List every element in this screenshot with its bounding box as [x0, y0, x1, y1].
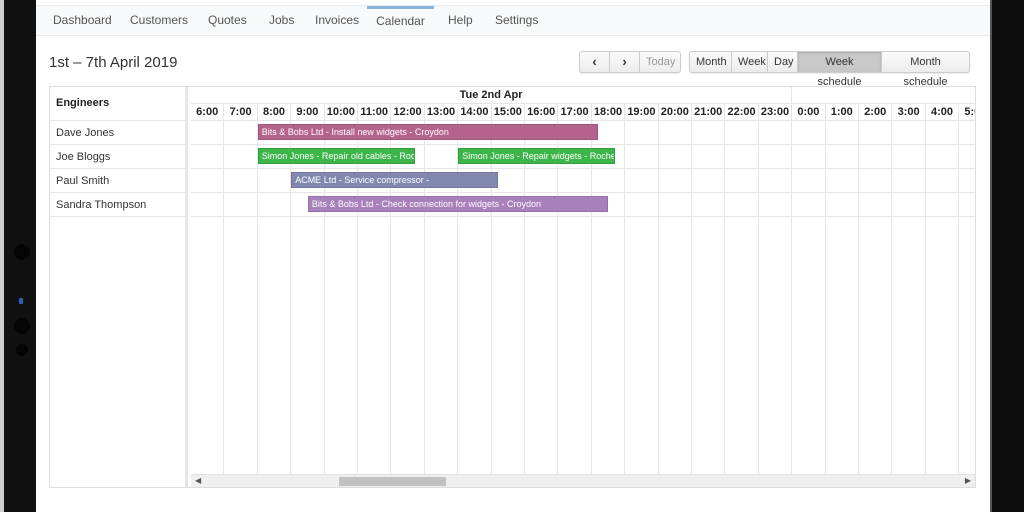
timeline-area: Tue 2nd Apr 6:00 7:00 8:00 9:00 10:00 11:00 12:…: [191, 87, 975, 487]
grid-line: [858, 121, 859, 474]
view-week-schedule-button[interactable]: Week schedule: [798, 52, 882, 88]
schedule-calendar: Engineers Dave Jones Joe Bloggs Paul Smith…: [49, 86, 976, 488]
grid-line: [223, 121, 225, 474]
device-bezel-right: [990, 0, 1024, 512]
hour-header: 3:00: [892, 104, 926, 121]
job-event[interactable]: Simon Jones - Repair old cables - Roches…: [257, 148, 415, 164]
device-frame: Dashboard Customers Quotes Jobs Invoices Cale…: [0, 0, 1024, 512]
hour-header: 10:00: [324, 104, 358, 121]
today-button[interactable]: Today: [640, 52, 680, 72]
engineers-column: Engineers Dave Jones Joe Bloggs Paul Smith…: [50, 87, 188, 487]
top-nav: Dashboard Customers Quotes Jobs Invoices Cale…: [36, 5, 990, 36]
day-header: Wed 3rd Apr: [792, 87, 975, 104]
hour-header: 23:00: [758, 104, 793, 121]
hour-header: 11:00: [358, 104, 392, 121]
prev-button[interactable]: ‹: [580, 52, 610, 72]
grid-line: [256, 121, 258, 474]
job-event[interactable]: Bits & Bobs Ltd - Install new widgets - …: [257, 124, 599, 140]
grid-line: [958, 121, 960, 474]
sensor-icon: [16, 344, 28, 356]
view-button-group: Month Week Day Week schedule Month schedule: [689, 51, 970, 88]
hour-header: 14:00: [458, 104, 492, 121]
nav-item-calendar[interactable]: Calendar: [367, 6, 434, 36]
horizontal-scrollbar[interactable]: ◀ ▶: [191, 474, 975, 487]
hour-header: 22:00: [725, 104, 759, 121]
grid-line: [791, 121, 793, 474]
nav-item-quotes[interactable]: Quotes: [208, 6, 247, 36]
day-header: Tue 2nd Apr: [191, 87, 793, 104]
grid-line: [924, 121, 926, 474]
hour-header: 20:00: [658, 104, 692, 121]
hour-header: 16:00: [525, 104, 559, 121]
engineer-row-label: Dave Jones: [50, 121, 185, 145]
status-led-icon: [19, 298, 23, 304]
grid-line: [191, 168, 975, 169]
hour-header: 17:00: [558, 104, 592, 121]
engineer-row-label: Joe Bloggs: [50, 145, 185, 169]
view-day-button[interactable]: Day: [768, 52, 798, 72]
nav-item-dashboard[interactable]: Dashboard: [53, 6, 112, 36]
grid-line: [724, 121, 726, 474]
hour-header: 7:00: [224, 104, 258, 121]
nav-item-jobs[interactable]: Jobs: [269, 6, 294, 36]
grid-line: [191, 144, 975, 145]
scrollbar-thumb[interactable]: [339, 477, 446, 486]
hour-header: 13:00: [424, 104, 459, 121]
hour-header: 9:00: [291, 104, 325, 121]
hour-header: 6:00: [191, 104, 225, 121]
grid-line: [557, 121, 559, 474]
scroll-right-icon[interactable]: ▶: [965, 476, 971, 485]
camera-icon: [14, 244, 30, 260]
grid-line: [524, 121, 525, 474]
chevron-right-icon: ›: [622, 54, 627, 69]
hour-header: 4:00: [925, 104, 960, 121]
hour-header: 18:00: [591, 104, 626, 121]
grid-line: [590, 121, 592, 474]
app-screen: Dashboard Customers Quotes Jobs Invoices Cale…: [36, 0, 990, 512]
hour-header: 21:00: [692, 104, 726, 121]
grid-line: [691, 121, 692, 474]
hour-header: 8:00: [257, 104, 292, 121]
nav-item-settings[interactable]: Settings: [495, 6, 538, 36]
chevron-left-icon: ‹: [592, 54, 597, 69]
job-event[interactable]: Bits & Bobs Ltd - Check connection for w…: [307, 196, 609, 212]
nav-item-help[interactable]: Help: [448, 6, 473, 36]
engineers-header: Engineers: [50, 87, 185, 121]
job-event[interactable]: ACME Ltd - Service compressor -: [291, 172, 499, 188]
view-month-button[interactable]: Month: [690, 52, 732, 72]
engineer-row-label: Sandra Thompson: [50, 193, 185, 217]
grid-line: [657, 121, 659, 474]
device-bezel-left: [0, 0, 36, 512]
sensor-icon: [14, 318, 30, 334]
hour-header: 1:00: [825, 104, 859, 121]
engineer-row-label: Paul Smith: [50, 169, 185, 193]
date-range-title: 1st – 7th April 2019: [49, 54, 178, 71]
grid-line: [757, 121, 759, 474]
grid-line: [891, 121, 893, 474]
nav-item-invoices[interactable]: Invoices: [315, 6, 359, 36]
view-week-button[interactable]: Week: [732, 52, 768, 72]
next-button[interactable]: ›: [610, 52, 640, 72]
hour-header: 15:00: [491, 104, 525, 121]
view-month-schedule-button[interactable]: Month schedule: [882, 52, 969, 88]
job-event[interactable]: Simon Jones - Repair widgets - Rochester: [458, 148, 616, 164]
grid-line: [824, 121, 826, 474]
grid-line: [624, 121, 626, 474]
hour-header: 12:00: [391, 104, 425, 121]
navigation-button-group: ‹ › Today: [579, 51, 681, 73]
grid-line: [191, 216, 975, 217]
grid-line: [191, 192, 975, 193]
nav-item-customers[interactable]: Customers: [130, 6, 188, 36]
scroll-left-icon[interactable]: ◀: [195, 476, 201, 485]
hour-header: 19:00: [625, 104, 659, 121]
hour-header: 5:00: [959, 104, 975, 121]
hour-header: 0:00: [792, 104, 826, 121]
hour-header: 2:00: [859, 104, 893, 121]
